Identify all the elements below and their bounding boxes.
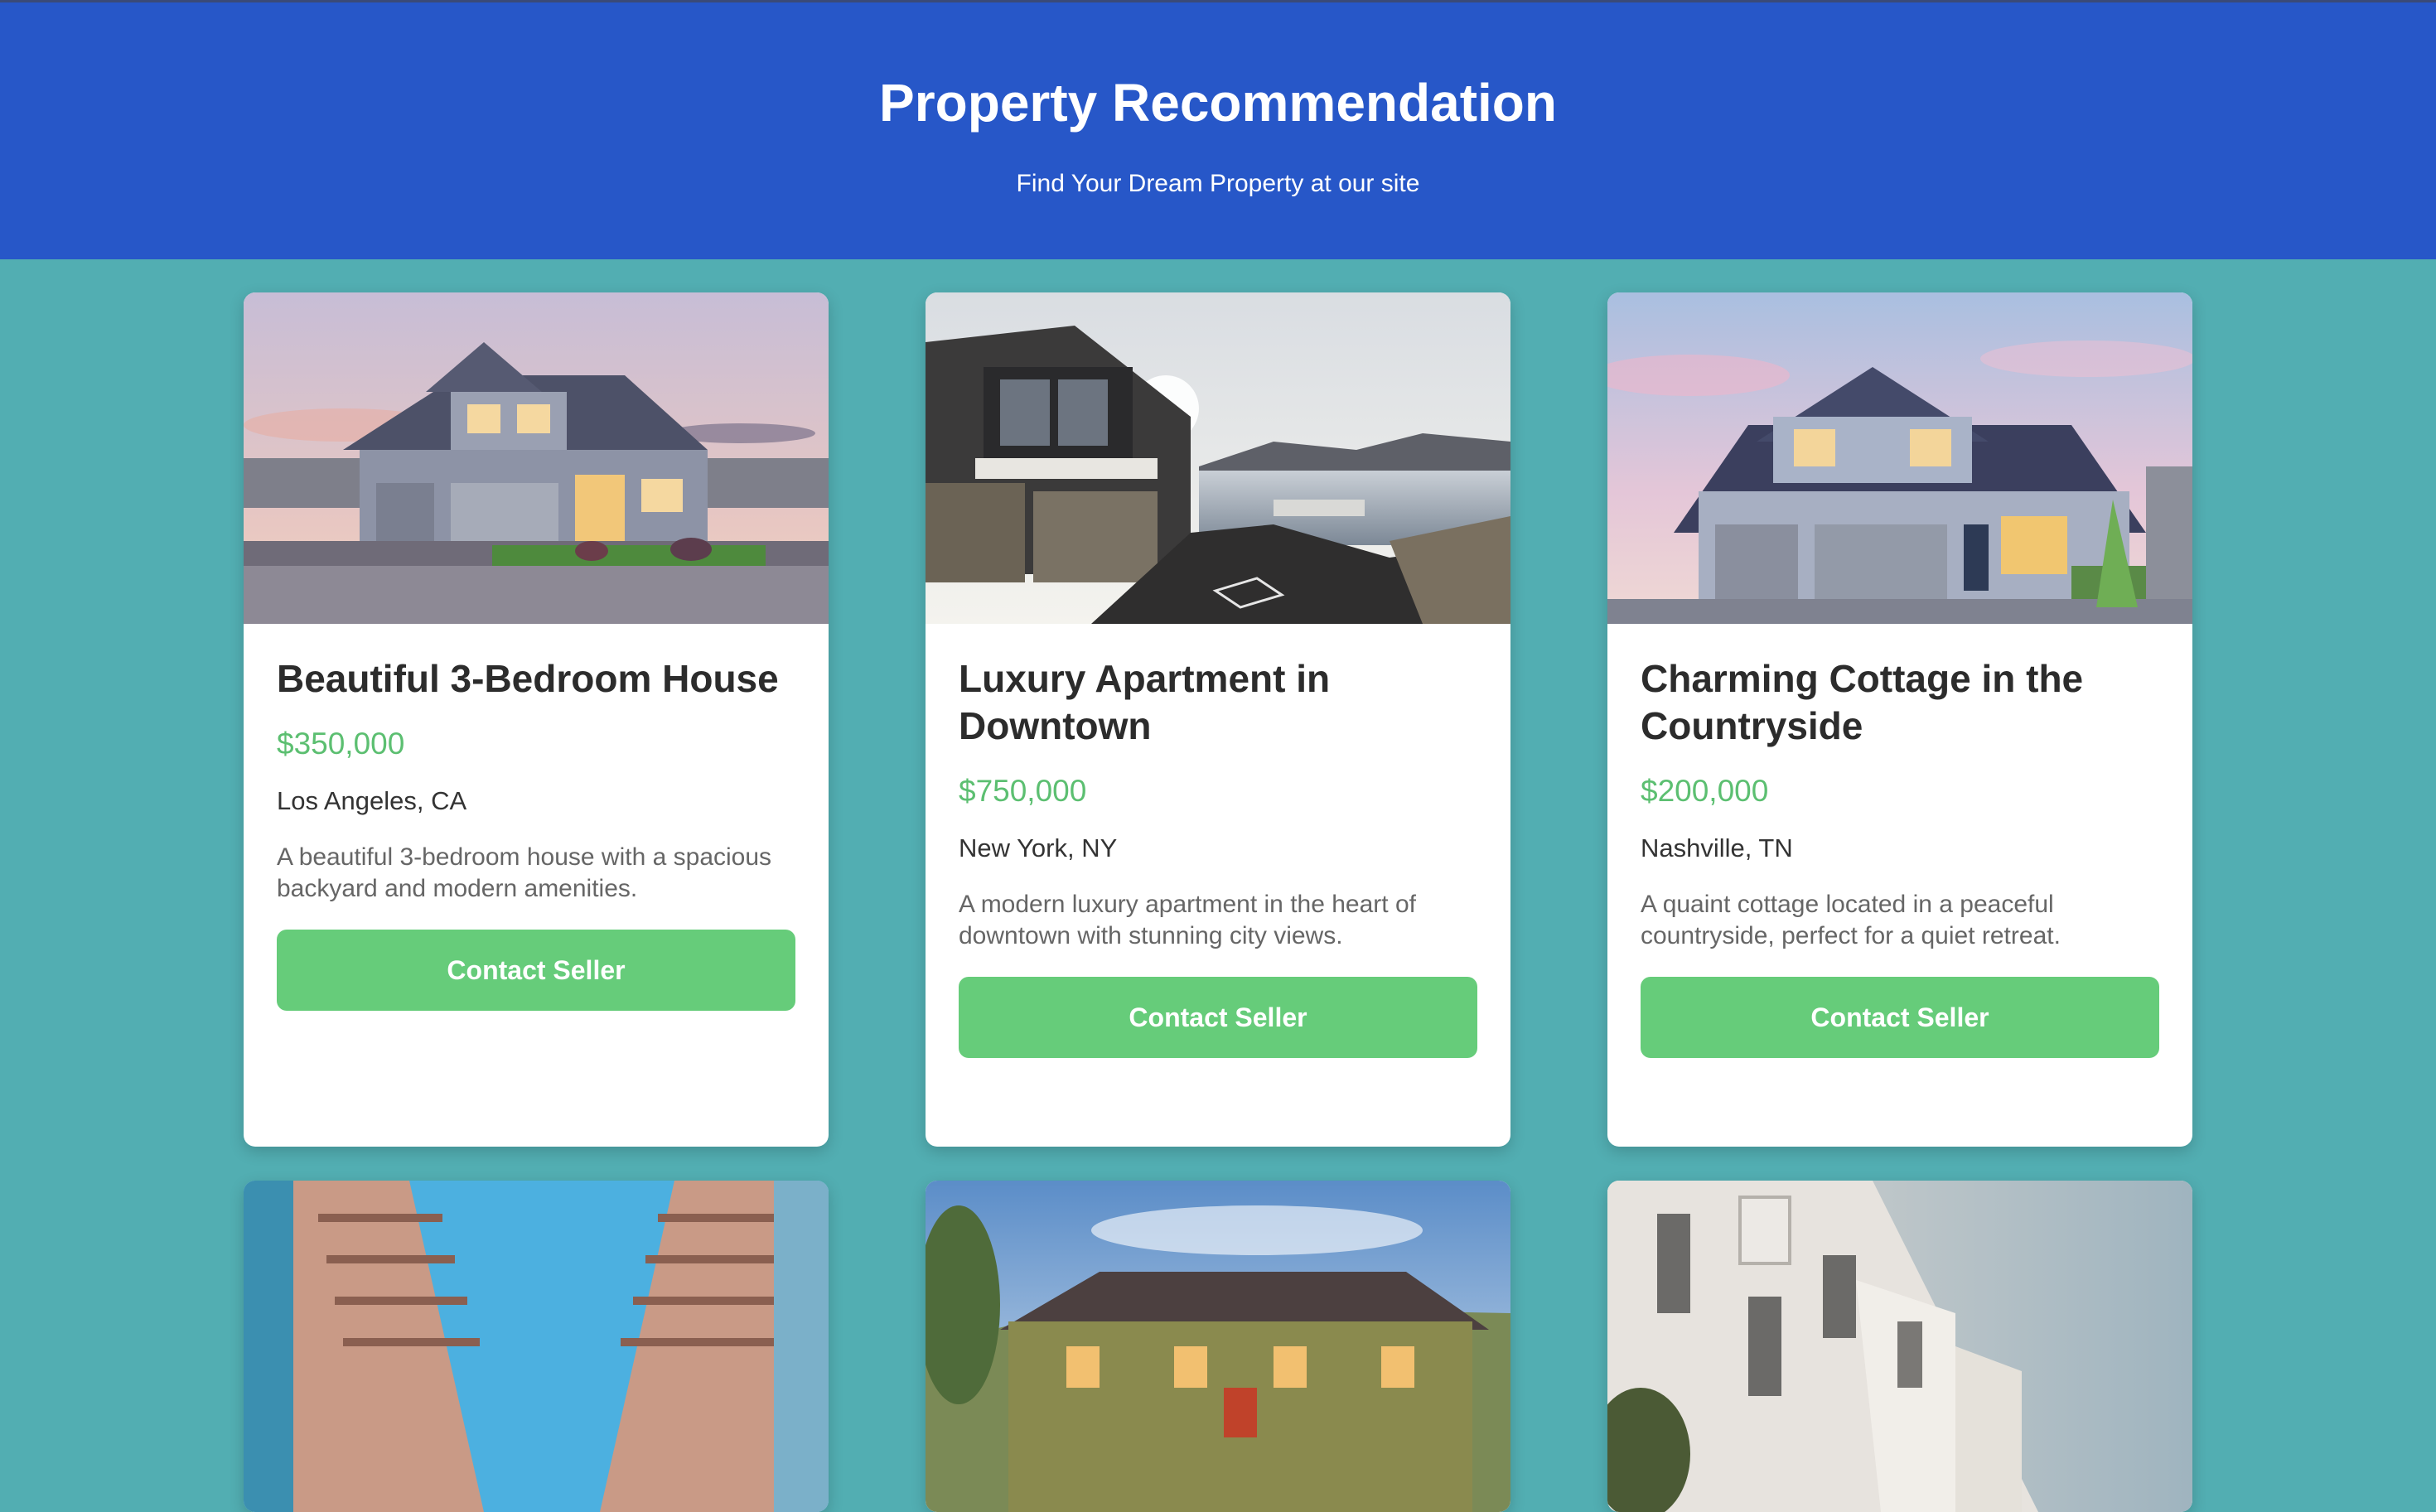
property-photo-cottage: [1607, 292, 2192, 624]
page-title: Property Recommendation: [879, 73, 1557, 133]
page-header: Property Recommendation Find Your Dream …: [0, 0, 2436, 259]
property-location: New York, NY: [959, 833, 1118, 862]
property-description: A modern luxury apartment in the heart o…: [959, 891, 1416, 949]
property-photo-apartment: [926, 292, 1510, 624]
property-title: Charming Cottage in the Countryside: [1641, 657, 2084, 747]
property-location: Los Angeles, CA: [277, 786, 467, 815]
page-subtitle: Find Your Dream Property at our site: [1016, 170, 1420, 197]
property-card: Beautiful 3-Bedroom House $350,000 Los A…: [244, 292, 829, 1147]
property-card: [926, 1181, 1510, 1512]
contact-seller-button[interactable]: Contact Seller: [1641, 977, 2159, 1058]
property-photo-towers: [244, 1181, 829, 1512]
property-card: [244, 1181, 829, 1512]
property-photo-townhouse: [1607, 1181, 2192, 1512]
property-price: $200,000: [1641, 774, 1769, 808]
property-card: [1607, 1181, 2192, 1512]
property-description: A quaint cottage located in a peaceful c…: [1641, 891, 2061, 949]
property-title: Beautiful 3-Bedroom House: [277, 657, 779, 700]
property-title: Luxury Apartment in Downtown: [959, 657, 1331, 747]
property-photo-house: [244, 292, 829, 624]
property-photo-villa: [926, 1181, 1510, 1512]
property-price: $350,000: [277, 727, 405, 761]
contact-seller-button[interactable]: Contact Seller: [959, 977, 1477, 1058]
contact-seller-button[interactable]: Contact Seller: [277, 930, 795, 1011]
property-price: $750,000: [959, 774, 1087, 808]
property-card: Luxury Apartment in Downtown $750,000 Ne…: [926, 292, 1510, 1147]
property-description: A beautiful 3-bedroom house with a spaci…: [277, 843, 772, 902]
property-location: Nashville, TN: [1641, 833, 1793, 862]
property-card: Charming Cottage in the Countryside $200…: [1607, 292, 2192, 1147]
